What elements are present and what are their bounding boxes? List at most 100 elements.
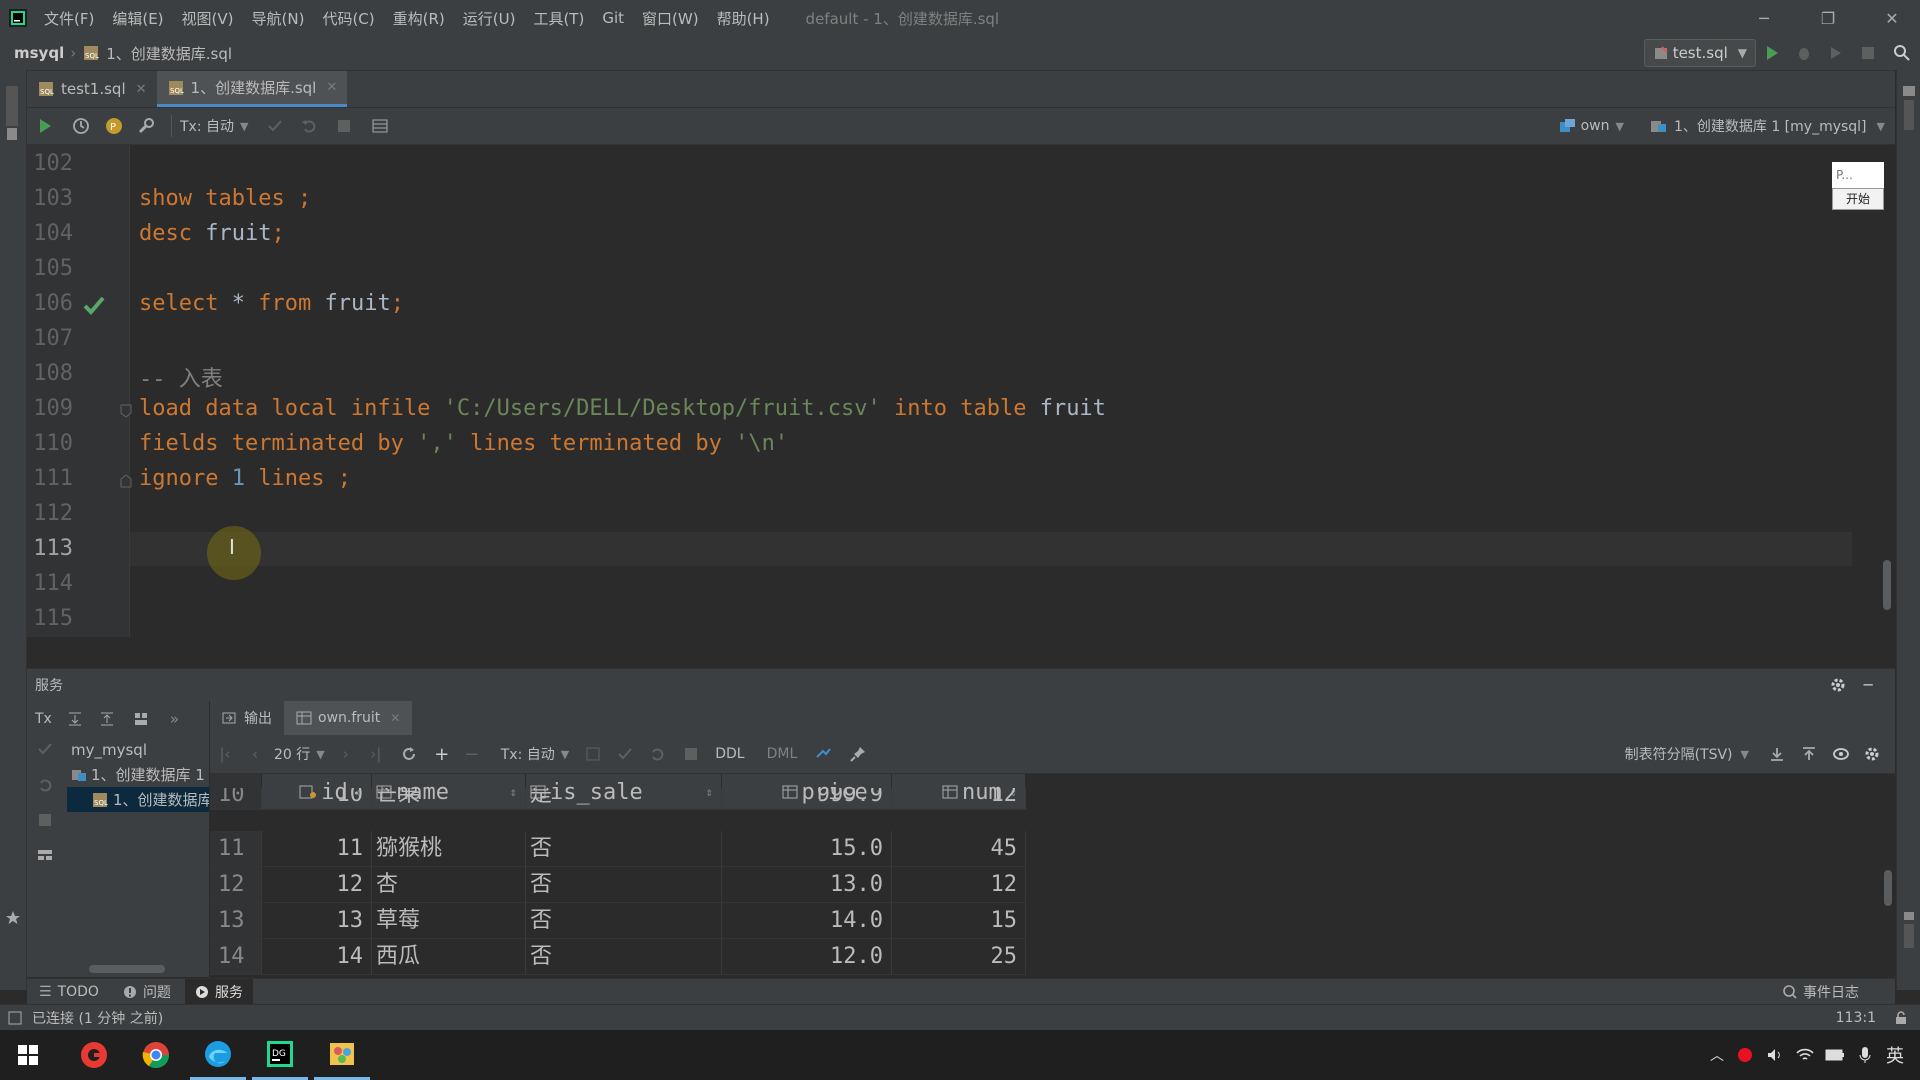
database-panel-icon[interactable] <box>1901 84 1917 134</box>
taskbar-app-chrome[interactable] <box>128 1030 184 1080</box>
rollback-icon[interactable] <box>641 746 673 762</box>
close-tab-icon[interactable]: ✕ <box>136 82 147 97</box>
cell-price[interactable]: 14.0 <box>722 903 892 939</box>
services-tool-button[interactable]: 服务 <box>184 979 253 1005</box>
cell-num[interactable]: 25 <box>892 939 1026 975</box>
lock-icon[interactable] <box>1894 1011 1908 1025</box>
export-format-dropdown[interactable]: 制表符分隔(TSV) ▼ <box>1625 744 1749 764</box>
result-tx-dropdown[interactable]: Tx: 自动 ▼ <box>501 744 569 764</box>
tree-item-datasource[interactable]: my_mysql <box>67 737 209 762</box>
debug-icon[interactable] <box>1788 45 1820 61</box>
menu-view[interactable]: 视图(V) <box>182 8 234 29</box>
upload-icon[interactable] <box>1793 746 1825 762</box>
todo-tool-button[interactable]: ☰ TODO <box>39 984 99 1000</box>
cell-name[interactable]: 草莓 <box>372 903 526 939</box>
commit-icon[interactable] <box>258 118 292 134</box>
close-tab-icon[interactable]: ✕ <box>390 711 400 725</box>
tx-icon[interactable]: Tx <box>35 711 52 727</box>
settings-wrench-icon[interactable] <box>129 117 163 135</box>
microphone-icon[interactable] <box>1850 1046 1880 1064</box>
start-button[interactable] <box>0 1030 56 1080</box>
first-page-icon[interactable]: |‹ <box>210 745 240 763</box>
battery-icon[interactable] <box>1820 1049 1850 1061</box>
cell-is-sale[interactable]: 否 <box>526 831 722 867</box>
expand-all-icon[interactable] <box>58 711 92 727</box>
favorites-icon[interactable] <box>5 910 21 926</box>
submit-icon[interactable] <box>577 747 609 761</box>
panel-toggle-icon[interactable] <box>8 1011 22 1025</box>
group-icon[interactable] <box>122 711 160 727</box>
next-page-icon[interactable]: › <box>331 745 361 763</box>
layout-icon[interactable] <box>37 847 53 863</box>
menu-run[interactable]: 运行(U) <box>463 8 516 29</box>
history-icon[interactable] <box>63 117 99 135</box>
tree-scrollbar[interactable] <box>89 965 165 973</box>
fold-marker-icon[interactable] <box>120 474 132 488</box>
taskbar-app-browser-red[interactable] <box>66 1030 122 1080</box>
cell-id[interactable]: 13 <box>262 903 372 939</box>
menu-window[interactable]: 窗口(W) <box>642 8 699 29</box>
minimize-icon[interactable]: ─ <box>1746 9 1782 28</box>
editor-scrollbar[interactable] <box>1883 560 1891 610</box>
wifi-icon[interactable] <box>1790 1047 1820 1063</box>
ddl-button[interactable]: DDL <box>715 746 744 762</box>
tab-own-fruit[interactable]: own.fruit ✕ <box>284 701 413 735</box>
cell-is-sale[interactable]: 否 <box>526 903 722 939</box>
fold-marker-icon[interactable] <box>120 404 132 418</box>
tab-test1-sql[interactable]: SQL test1.sql ✕ <box>27 71 157 107</box>
download-icon[interactable] <box>1761 746 1793 762</box>
dml-button[interactable]: DML <box>767 746 798 762</box>
remove-row-icon[interactable]: − <box>457 744 487 765</box>
cell-id[interactable]: 12 <box>262 867 372 903</box>
more-icon[interactable]: » <box>170 710 179 728</box>
project-name[interactable]: msyql <box>14 44 64 62</box>
stop-icon[interactable] <box>1852 46 1884 60</box>
tab-output[interactable]: 输出 <box>210 701 284 735</box>
cell-is-sale[interactable]: 是 <box>526 788 722 810</box>
explain-plan-icon[interactable]: P <box>99 117 129 135</box>
collapse-all-icon[interactable] <box>92 711 122 727</box>
tree-item-session[interactable]: 1、创建数据库 1 <box>67 762 209 787</box>
menu-file[interactable]: 文件(F) <box>44 8 94 29</box>
cell-price[interactable]: 12.0 <box>722 939 892 975</box>
cell-is-sale[interactable]: 否 <box>526 939 722 975</box>
gear-icon[interactable] <box>1857 746 1887 762</box>
caret-position[interactable]: 113:1 <box>1836 1010 1876 1026</box>
search-icon[interactable] <box>1884 44 1920 62</box>
stop-icon[interactable] <box>673 747 709 761</box>
menu-help[interactable]: 帮助(H) <box>717 8 770 29</box>
record-icon[interactable] <box>1730 1047 1760 1063</box>
cell-name[interactable]: 猕猴桃 <box>372 831 526 867</box>
breadcrumb-file[interactable]: 1、创建数据库.sql <box>106 43 232 64</box>
stop-icon[interactable] <box>38 813 52 827</box>
menu-code[interactable]: 代码(C) <box>322 8 374 29</box>
datasource-selector[interactable]: 1、创建数据库 1 [my_mysql] ▼ <box>1650 116 1885 136</box>
close-tab-icon[interactable]: ✕ <box>326 80 337 95</box>
hint-start-button[interactable]: 开始 <box>1832 188 1884 210</box>
menu-edit[interactable]: 编辑(E) <box>112 8 163 29</box>
close-icon[interactable]: ✕ <box>1874 9 1910 28</box>
cell-name[interactable]: 芒果 <box>372 788 526 810</box>
taskbar-app-datagrip[interactable]: DG <box>252 1030 308 1080</box>
previous-page-icon[interactable]: ‹ <box>240 745 270 763</box>
cell-price[interactable]: 999.9 <box>722 788 892 810</box>
cell-id[interactable]: 14 <box>262 939 372 975</box>
floating-hint-widget[interactable]: P... 开始 <box>1832 162 1884 214</box>
minimize-panel-icon[interactable]: ─ <box>1853 676 1883 694</box>
cell-price[interactable]: 13.0 <box>722 867 892 903</box>
stop-icon[interactable] <box>326 119 362 133</box>
execute-icon[interactable] <box>27 118 63 134</box>
database-tool-icon[interactable] <box>4 84 20 144</box>
event-log-button[interactable]: 事件日志 <box>1783 979 1859 1005</box>
cell-name[interactable]: 西瓜 <box>372 939 526 975</box>
problems-tool-button[interactable]: 问题 <box>123 982 171 1002</box>
menu-git[interactable]: Git <box>602 9 624 27</box>
rollback-icon[interactable] <box>37 777 53 793</box>
cell-id[interactable]: 10 <box>262 788 372 810</box>
menu-refactor[interactable]: 重构(R) <box>393 8 445 29</box>
menu-tools[interactable]: 工具(T) <box>533 8 584 29</box>
menu-navigate[interactable]: 导航(N) <box>252 8 305 29</box>
pin-icon[interactable] <box>843 746 873 762</box>
tx-mode-dropdown[interactable]: Tx: 自动 ▼ <box>180 116 248 136</box>
cell-is-sale[interactable]: 否 <box>526 867 722 903</box>
